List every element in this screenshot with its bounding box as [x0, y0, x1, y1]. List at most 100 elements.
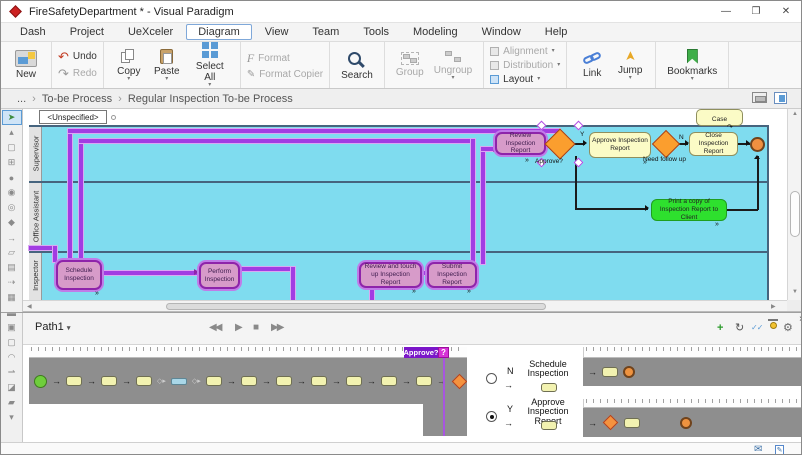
layers-panel-icon[interactable]: [774, 92, 787, 104]
vertical-scroll-thumb[interactable]: [790, 191, 800, 237]
scroll-left-icon[interactable]: ◀: [27, 303, 32, 310]
breadcrumb-ellipsis[interactable]: ...: [11, 93, 32, 105]
start-event-icon[interactable]: ●: [2, 170, 22, 185]
radio-option-n[interactable]: [486, 373, 497, 384]
subprocess-shape-icon[interactable]: ⊞: [2, 155, 22, 170]
help-icon[interactable]: ?: [438, 347, 449, 358]
pool-name-tab[interactable]: <Unspecified>: [39, 110, 107, 124]
lane-office-assistant[interactable]: Office Assistant: [29, 181, 42, 251]
task-close-case-partial[interactable]: Case: [696, 109, 743, 126]
select-all-button[interactable]: Select All ▾: [186, 41, 234, 89]
task-print-copy-to-client[interactable]: Print a copy of Inspection Report to Cli…: [651, 198, 727, 221]
play-button[interactable]: ▶: [235, 322, 243, 333]
format-copier-button[interactable]: ✎ Format Copier: [247, 69, 323, 80]
minimize-button[interactable]: —: [711, 1, 741, 22]
lane-inspector[interactable]: Inspector: [29, 251, 42, 300]
artifact-icon[interactable]: ◪: [2, 380, 22, 395]
folder-icon[interactable]: ▰: [2, 395, 22, 410]
menu-view[interactable]: View: [254, 25, 300, 39]
radio-option-y[interactable]: [486, 411, 497, 422]
task-review-inspection-report[interactable]: Review Inspection Report: [495, 132, 546, 155]
task-submit-inspection-report[interactable]: Submit Inspection Report: [427, 262, 477, 288]
menu-window[interactable]: Window: [471, 25, 532, 39]
menu-team[interactable]: Team: [301, 25, 350, 39]
task-perform-inspection[interactable]: Perform Inspection: [199, 262, 240, 289]
bookmarks-button[interactable]: Bookmarks ▾: [662, 48, 722, 83]
scroll-right-icon[interactable]: ▶: [771, 303, 776, 310]
menu-modeling[interactable]: Modeling: [402, 25, 469, 39]
breadcrumb-regular-inspection[interactable]: Regular Inspection To-be Process: [122, 93, 299, 105]
status-bar: ✉ ✎: [1, 442, 801, 454]
horizontal-scrollbar[interactable]: ◀ ▶: [23, 300, 787, 312]
alignment-button[interactable]: Alignment ▾: [490, 46, 560, 57]
task-review-touchup-report[interactable]: Review and touch up Inspection Report: [359, 262, 422, 288]
choreography-icon[interactable]: ▣: [2, 320, 22, 335]
menu-dash[interactable]: Dash: [9, 25, 57, 39]
add-path-button[interactable]: +: [717, 321, 723, 335]
timeline-branch-bottom[interactable]: →: [583, 408, 801, 437]
link-button[interactable]: Link: [573, 50, 611, 80]
pool-handle-icon: [111, 115, 116, 120]
end-event-icon[interactable]: ◎: [2, 200, 22, 215]
search-button[interactable]: Search: [336, 49, 378, 82]
menu-diagram[interactable]: Diagram: [186, 24, 252, 40]
message-envelope-icon[interactable]: ✉: [754, 444, 762, 454]
task-approve-inspection-report[interactable]: Approve Inspection Report: [589, 132, 651, 158]
scroll-up-icon[interactable]: ▲: [788, 111, 801, 117]
path-selector[interactable]: Path1 ▾: [35, 321, 70, 333]
paste-button[interactable]: Paste ▾: [148, 48, 186, 83]
fit-to-window-icon[interactable]: [752, 92, 767, 103]
scroll-down-icon[interactable]: ▼: [788, 289, 801, 295]
annotation-icon[interactable]: ▢: [2, 335, 22, 350]
distribution-button[interactable]: Distribution ▾: [490, 60, 560, 71]
menu-project[interactable]: Project: [59, 25, 115, 39]
refresh-icon[interactable]: ↻: [735, 321, 744, 335]
timeline-cursor-line[interactable]: [443, 347, 445, 436]
breadcrumb-tobe-process[interactable]: To-be Process: [36, 93, 118, 105]
expand-icon[interactable]: ▴: [2, 125, 22, 140]
options-checklist-icon[interactable]: ✓✓: [751, 321, 763, 335]
task-schedule-inspection[interactable]: Schedule Inspection: [56, 260, 102, 290]
group-button[interactable]: Group: [391, 51, 429, 79]
task-close-inspection-report[interactable]: Close Inspection Report: [689, 132, 738, 156]
menu-tools[interactable]: Tools: [352, 25, 400, 39]
intermediate-event-icon[interactable]: ◉: [2, 185, 22, 200]
format-button[interactable]: F Format: [247, 51, 323, 66]
association-icon[interactable]: ⇢: [2, 275, 22, 290]
lane-supervisor[interactable]: Supervisor: [29, 125, 42, 181]
end-event[interactable]: [750, 137, 765, 152]
layout-button[interactable]: Layout ▾: [490, 74, 560, 85]
horizontal-scroll-thumb[interactable]: [166, 302, 546, 310]
menu-help[interactable]: Help: [534, 25, 579, 39]
fast-forward-button[interactable]: ▶▶: [271, 322, 284, 333]
ungroup-icon: [444, 50, 462, 63]
pool-shape-icon[interactable]: ▤: [2, 260, 22, 275]
diagram-canvas[interactable]: Supervisor Office Assistant Inspector <U…: [23, 109, 787, 300]
undo-button[interactable]: ↶ Undo: [58, 49, 97, 64]
palette-scroll-down-icon[interactable]: ▾: [2, 410, 22, 425]
vertical-scrollbar[interactable]: ▲ ▼: [787, 109, 801, 300]
close-button[interactable]: ✕: [771, 1, 801, 22]
settings-gear-icon[interactable]: ⚙: [783, 321, 793, 335]
redo-button[interactable]: ↷ Redo: [58, 66, 97, 81]
rewind-button[interactable]: ◀◀: [209, 322, 222, 333]
gateway-shape-icon[interactable]: ◆: [2, 215, 22, 230]
sequence-flow-icon[interactable]: →: [2, 230, 22, 245]
select-all-icon: [201, 42, 209, 49]
cursor-tool-icon[interactable]: ➤: [1, 110, 22, 125]
menu-uexceler[interactable]: UeXceler: [117, 25, 184, 39]
task-shape-icon[interactable]: ▢: [2, 140, 22, 155]
dashed-flow-icon[interactable]: ⇀: [2, 365, 22, 380]
document-edit-icon[interactable]: ✎: [775, 445, 784, 454]
maximize-button[interactable]: ❐: [741, 1, 771, 22]
jump-button[interactable]: ➤ Jump ▾: [611, 48, 649, 82]
copy-button[interactable]: Copy ▾: [110, 48, 148, 83]
ungroup-button[interactable]: Ungroup ▾: [429, 49, 477, 82]
lane-shape-icon[interactable]: ▦: [2, 290, 22, 305]
callout-icon[interactable]: ◠: [2, 350, 22, 365]
timeline-main[interactable]: → → → ◇▸ ◇▸ → → → → → → →: [29, 358, 467, 404]
timeline-branch-top[interactable]: →: [583, 358, 801, 386]
stop-button[interactable]: ■: [253, 322, 259, 333]
new-button[interactable]: New: [7, 49, 45, 81]
data-object-icon[interactable]: ▱: [2, 245, 22, 260]
